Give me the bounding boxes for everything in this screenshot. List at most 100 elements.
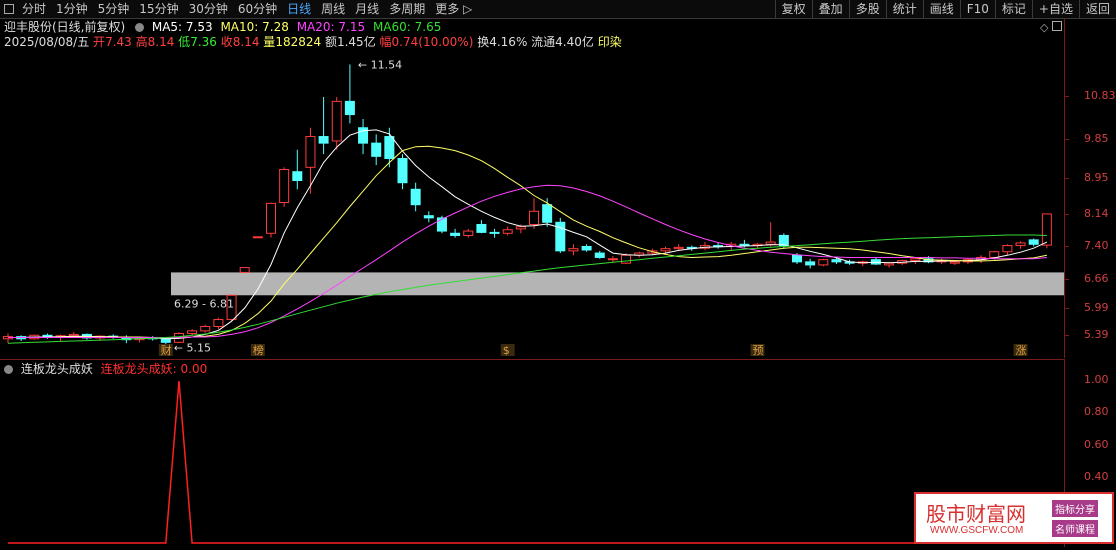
price-axis: 10.83 9.85 8.95 8.14 7.40 6.66 5.99 5.39 1.00 0.8… bbox=[1064, 19, 1116, 546]
support-band bbox=[171, 272, 1064, 296]
candle-body bbox=[594, 252, 605, 258]
watermark-tag-2: 名师课程 bbox=[1052, 520, 1098, 537]
candle-body bbox=[266, 202, 276, 234]
candle-body bbox=[371, 142, 382, 157]
candle-body bbox=[502, 229, 513, 234]
candle-body bbox=[318, 136, 329, 144]
price-tick: 10.83 bbox=[1084, 88, 1116, 102]
watermark-title: 股市财富网 bbox=[926, 502, 1026, 526]
indicator-tick: 0.40 bbox=[1084, 470, 1109, 484]
candle-body bbox=[607, 258, 618, 261]
indicator-header: 连板龙头成妖 连板龙头成妖: 0.00 bbox=[4, 362, 207, 376]
menu-icon[interactable] bbox=[4, 4, 14, 14]
candle-body bbox=[673, 246, 684, 250]
price-tick: 5.99 bbox=[1084, 301, 1109, 315]
ma10-line bbox=[8, 145, 1047, 338]
indicator-panel[interactable]: 连板龙头成妖 连板龙头成妖: 0.00 bbox=[0, 359, 1065, 547]
price-tick: 5.39 bbox=[1084, 327, 1109, 341]
price-tick-mark bbox=[1064, 334, 1069, 336]
candle-body bbox=[68, 333, 79, 337]
indicator-tick: 0.60 bbox=[1084, 437, 1109, 451]
tab-daily[interactable]: 日线 bbox=[282, 0, 316, 18]
add-watchlist-button[interactable]: +自选 bbox=[1031, 0, 1079, 18]
candle-body bbox=[792, 254, 802, 263]
watermark-logo: 股市财富网 WWW.GSCFW.COM 指标分享 名师课程 bbox=[914, 492, 1114, 544]
toolbar: 分时 1分钟 5分钟 15分钟 30分钟 60分钟 日线 周线 月线 多周期 更… bbox=[0, 0, 1116, 19]
maximize-icon[interactable] bbox=[1052, 21, 1062, 31]
candle-body bbox=[279, 169, 290, 203]
event-marker: 涨 bbox=[1016, 344, 1027, 357]
event-marker: 预 bbox=[753, 344, 764, 357]
candle-body bbox=[660, 248, 671, 252]
kline-chart[interactable]: ← 11.54 ← 5.15 6.29 - 6.81 财 榜 $ 预 涨 bbox=[0, 19, 1064, 358]
candle-body bbox=[397, 158, 408, 184]
band-label: 6.29 - 6.81 bbox=[174, 297, 234, 310]
price-tick: 8.14 bbox=[1084, 206, 1109, 220]
candle-body bbox=[910, 258, 921, 262]
tab-monthly[interactable]: 月线 bbox=[350, 0, 384, 18]
indicator-name: 连板龙头成妖 bbox=[20, 362, 93, 376]
tab-15min[interactable]: 15分钟 bbox=[134, 0, 183, 18]
candle-body bbox=[252, 236, 263, 239]
candle-body bbox=[805, 261, 816, 266]
candle-body bbox=[292, 171, 303, 182]
candle-body bbox=[187, 330, 198, 335]
candle-body bbox=[949, 261, 960, 264]
candle-body bbox=[463, 230, 474, 236]
indicator-tick: 1.00 bbox=[1084, 373, 1109, 386]
price-tick: 9.85 bbox=[1084, 131, 1109, 145]
price-tick-mark bbox=[1064, 213, 1069, 215]
candle-body bbox=[818, 259, 829, 266]
candle-body bbox=[423, 215, 434, 219]
candle-body bbox=[765, 241, 776, 245]
tab-5min[interactable]: 5分钟 bbox=[93, 0, 135, 18]
event-marker: $ bbox=[503, 344, 510, 357]
indicator-settings-icon[interactable] bbox=[4, 365, 13, 374]
back-button[interactable]: 返回 bbox=[1078, 0, 1116, 18]
statistics-button[interactable]: 统计 bbox=[885, 0, 923, 18]
event-marker: 财 bbox=[161, 343, 172, 357]
overlay-button[interactable]: 叠加 bbox=[811, 0, 849, 18]
watermark-url: WWW.GSCFW.COM bbox=[930, 525, 1024, 536]
price-tick: 6.66 bbox=[1084, 272, 1109, 285]
indicator-chart bbox=[8, 380, 1047, 544]
candle-body bbox=[476, 223, 487, 233]
tab-multi-period[interactable]: 多周期 bbox=[384, 0, 430, 18]
event-marker: 榜 bbox=[253, 343, 264, 357]
candle-body bbox=[621, 254, 632, 264]
candle-body bbox=[384, 136, 395, 160]
tab-1min[interactable]: 1分钟 bbox=[51, 0, 93, 18]
candle-body bbox=[331, 100, 342, 142]
candle-body bbox=[739, 243, 750, 247]
candle-body bbox=[884, 262, 895, 266]
candle-body bbox=[529, 210, 539, 225]
candle-body bbox=[1002, 245, 1013, 253]
tab-60min[interactable]: 60分钟 bbox=[233, 0, 282, 18]
tab-30min[interactable]: 30分钟 bbox=[184, 0, 233, 18]
candle-body bbox=[568, 248, 579, 252]
tab-more[interactable]: 更多 ▷ bbox=[430, 0, 477, 18]
ma5-line bbox=[8, 129, 1048, 340]
tab-fenshi[interactable]: 分时 bbox=[17, 0, 51, 18]
price-tick: 8.95 bbox=[1084, 171, 1109, 185]
price-tick-mark bbox=[1064, 138, 1069, 140]
restore-rights-button[interactable]: 复权 bbox=[774, 0, 812, 18]
f10-button[interactable]: F10 bbox=[959, 0, 995, 18]
candle-body bbox=[581, 245, 592, 251]
price-tick-mark bbox=[1064, 308, 1069, 310]
period-tabs: 分时 1分钟 5分钟 15分钟 30分钟 60分钟 日线 周线 月线 多周期 更… bbox=[0, 0, 477, 18]
tab-weekly[interactable]: 周线 bbox=[316, 0, 350, 18]
price-tick-mark bbox=[1064, 246, 1069, 248]
candle-body bbox=[1028, 239, 1039, 245]
indicator-line bbox=[8, 380, 1047, 544]
candle-body bbox=[160, 338, 171, 343]
diamond-icon[interactable]: ◇ bbox=[1040, 21, 1048, 34]
mark-button[interactable]: 标记 bbox=[994, 0, 1032, 18]
draw-line-button[interactable]: 画线 bbox=[922, 0, 960, 18]
candle-body bbox=[410, 188, 421, 206]
high-price-label: ← 11.54 bbox=[358, 58, 402, 71]
multi-stock-button[interactable]: 多股 bbox=[848, 0, 886, 18]
indicator-tick: 0.80 bbox=[1084, 405, 1109, 419]
candle-body bbox=[213, 318, 224, 327]
kline-panel[interactable]: ← 11.54 ← 5.15 6.29 - 6.81 财 榜 $ 预 涨 ◇ bbox=[0, 19, 1065, 358]
